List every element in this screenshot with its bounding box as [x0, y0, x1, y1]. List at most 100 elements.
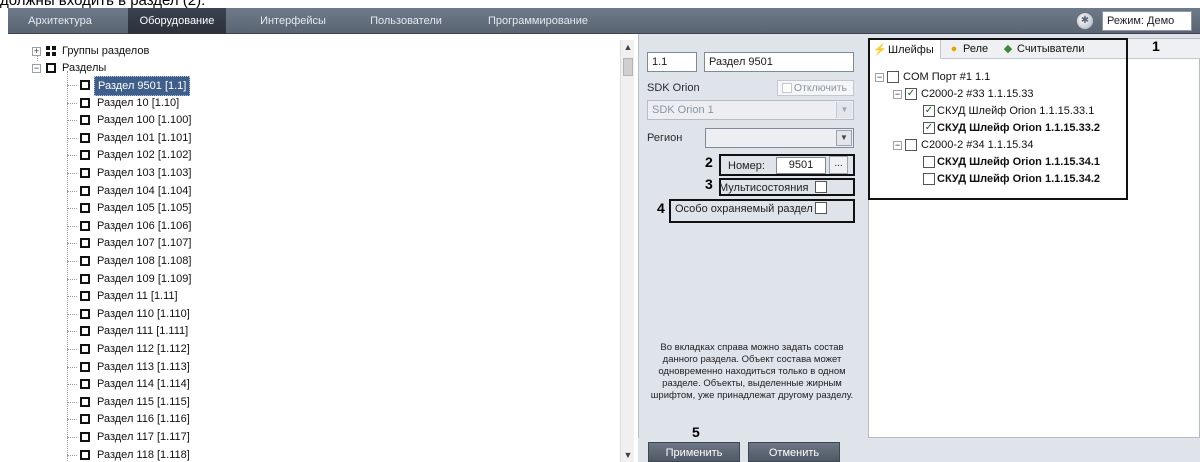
tree-node-section[interactable]: Раздел 113 [1.113]: [67, 358, 470, 376]
tree-node-label: Разделы: [62, 62, 107, 74]
tree-connector: [67, 261, 77, 262]
section-icon: [80, 432, 90, 442]
tree-connector: [67, 278, 77, 280]
chevron-down-icon[interactable]: ▼: [836, 102, 852, 118]
disable-label: Отключить: [793, 82, 847, 94]
tree-node-section[interactable]: Раздел 117 [1.117]: [67, 428, 470, 446]
tree-node-section[interactable]: Раздел 101 [1.101]: [67, 129, 470, 147]
tree-node-section[interactable]: Раздел 114 [1.114]: [67, 375, 470, 393]
tree-node-section[interactable]: Раздел 104 [1.104]: [67, 182, 470, 200]
menu-item-users[interactable]: Пользователи: [358, 8, 454, 34]
tree-connector: [67, 313, 77, 315]
region-select[interactable]: ▼: [705, 128, 854, 148]
tree-node-label: Раздел 108 [1.108]: [97, 255, 192, 267]
tree-connector: [67, 85, 77, 86]
menu-item-architecture[interactable]: Архитектура: [8, 8, 112, 34]
tree-node-section[interactable]: Раздел 112 [1.112]: [67, 340, 470, 358]
tree-node-label: Раздел 105 [1.105]: [97, 202, 192, 215]
tree-node-label: Раздел 102 [1.102]: [97, 149, 192, 162]
tree-node-section[interactable]: Раздел 11 [1.11]: [67, 287, 470, 305]
sdk-select[interactable]: SDK Orion 1 ▼: [647, 100, 854, 120]
tree-connector: [67, 419, 77, 421]
expand-icon[interactable]: +: [32, 47, 41, 56]
tree-node-label: Раздел 106 [1.106]: [97, 219, 192, 232]
multistate-checkbox[interactable]: [815, 181, 827, 193]
section-icon: [46, 63, 56, 73]
tree-node-section[interactable]: Раздел 102 [1.102]: [67, 146, 470, 164]
tree-connector: [67, 366, 77, 368]
mode-area: ✱ Режим: Демо: [1076, 11, 1200, 31]
section-icon: [80, 97, 90, 108]
tree-scrollbar[interactable]: ▲ ▼: [620, 40, 634, 462]
special-guarded-checkbox[interactable]: [815, 202, 827, 214]
tree-node-label: Раздел 11 [1.11]: [97, 290, 178, 303]
cancel-button[interactable]: Отменить: [748, 442, 840, 462]
tree-node-sections[interactable]: − Разделы: [32, 59, 332, 77]
scroll-down-icon[interactable]: ▼: [621, 448, 635, 462]
section-icon: [80, 308, 90, 319]
tree-node-section[interactable]: Раздел 108 [1.108]: [67, 252, 470, 270]
scroll-up-icon[interactable]: ▲: [621, 40, 635, 54]
tree-node-section[interactable]: Раздел 118 [1.118]: [67, 446, 470, 462]
tree-connector: [67, 173, 77, 174]
tree-node-groups[interactable]: + Группы разделов: [32, 42, 332, 60]
section-icon: [80, 326, 90, 337]
tree-node-section[interactable]: Раздел 109 [1.109]: [67, 270, 470, 288]
tree-node-section[interactable]: Раздел 106 [1.106]: [67, 217, 470, 235]
mode-settings-icon[interactable]: ✱: [1076, 12, 1094, 30]
tree-node-section[interactable]: Раздел 110 [1.110]: [67, 305, 470, 323]
tree-connector: [67, 102, 77, 104]
document-header-text: должны входить в раздел (2).: [0, 0, 206, 9]
section-icon: [80, 203, 90, 214]
apply-button[interactable]: Применить: [648, 442, 740, 462]
section-icon: [80, 361, 90, 372]
section-icon: [80, 414, 90, 425]
chevron-down-icon[interactable]: ▼: [836, 130, 852, 146]
section-id-field[interactable]: 1.1: [647, 52, 697, 72]
tree-node-label: Раздел 101 [1.101]: [97, 131, 192, 144]
tree-node-label: Раздел 103 [1.103]: [97, 167, 192, 179]
collapse-icon[interactable]: −: [32, 64, 41, 73]
tree-node-label: Раздел 118 [1.118]: [97, 448, 190, 461]
sdk-label: SDK Orion: [647, 82, 700, 94]
tree-node-label: Раздел 116 [1.116]: [97, 413, 190, 426]
tree-connector: [67, 190, 77, 192]
properties-panel: 1.1 Раздел 9501 SDK Orion Отключить SDK …: [638, 34, 864, 462]
tree-node-label: Раздел 110 [1.110]: [97, 307, 190, 320]
tree-node-section[interactable]: Раздел 115 [1.115]: [67, 393, 470, 411]
highlight-composition: [868, 38, 1128, 200]
tree-node-section[interactable]: Раздел 105 [1.105]: [67, 199, 470, 217]
tree-node-section[interactable]: Раздел 107 [1.107]: [67, 234, 470, 252]
mode-field[interactable]: Режим: Демо: [1102, 11, 1192, 31]
number-browse-button[interactable]: ...: [829, 156, 848, 174]
tree-node-section[interactable]: Раздел 10 [1.10]: [67, 94, 470, 112]
number-field[interactable]: 9501: [776, 157, 826, 174]
tree-connector: [67, 225, 77, 227]
tree-node-label: Группы разделов: [62, 45, 150, 57]
tree-connector: [67, 120, 77, 122]
composition-panel: ⚡ Шлейфы ● Реле ◆ Считыватели − COM Порт…: [864, 34, 1200, 438]
scroll-thumb[interactable]: [623, 58, 633, 76]
menu-item-programming[interactable]: Программирование: [478, 8, 598, 34]
tree-node-section[interactable]: Раздел 9501 [1.1]: [67, 76, 470, 96]
tree-connector: [67, 401, 77, 403]
sdk-select-value: SDK Orion 1: [652, 104, 714, 116]
section-icon: [80, 396, 90, 407]
section-name-field[interactable]: Раздел 9501: [704, 52, 854, 72]
section-icon: [80, 256, 90, 266]
tree-connector: [67, 155, 77, 157]
tree-node-section[interactable]: Раздел 103 [1.103]: [67, 164, 470, 182]
bottom-button-bar: 5 Применить Отменить: [638, 424, 1200, 462]
disable-checkbox[interactable]: Отключить: [777, 80, 854, 96]
tree-node-label: Раздел 117 [1.117]: [97, 431, 190, 443]
menu-item-equipment[interactable]: Оборудование: [128, 8, 226, 34]
disable-checkbox-box[interactable]: [782, 83, 792, 93]
tree-node-label: Раздел 115 [1.115]: [97, 395, 190, 408]
tree-node-section[interactable]: Раздел 111 [1.111]: [67, 322, 470, 340]
tree-node-label: Раздел 10 [1.10]: [97, 96, 180, 109]
sections-tree: + Группы разделов − Разделы Раздел 9501 …: [8, 34, 638, 462]
tree-node-section[interactable]: Раздел 116 [1.116]: [67, 410, 470, 428]
tree-node-label: Раздел 109 [1.109]: [97, 272, 192, 285]
menu-item-interfaces[interactable]: Интерфейсы: [248, 8, 338, 34]
tree-node-section[interactable]: Раздел 100 [1.100]: [67, 111, 470, 129]
